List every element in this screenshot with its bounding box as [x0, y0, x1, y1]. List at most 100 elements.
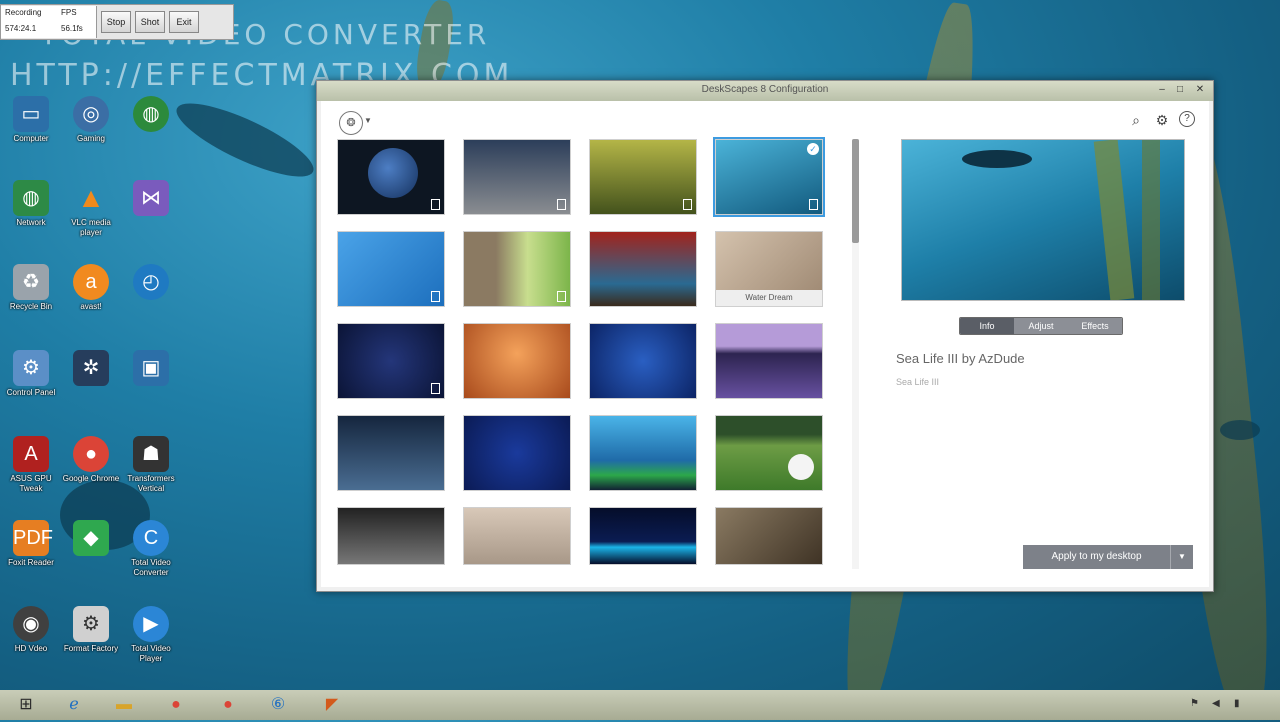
detail-tabs: Info Adjust Effects	[959, 317, 1123, 335]
wallpaper-thumb[interactable]	[589, 139, 697, 215]
fps-value: 56.1fs	[61, 24, 83, 33]
desktop-icon-control-panel[interactable]: ⚙ Control Panel	[0, 350, 62, 398]
wallpaper-thumb[interactable]	[463, 231, 571, 307]
wallpaper-thumb[interactable]	[463, 507, 571, 565]
desktop-icon-recycle-bin[interactable]: ♻ Recycle Bin	[0, 264, 62, 312]
thumbnail-scrollbar[interactable]	[852, 139, 859, 569]
animated-icon	[809, 199, 818, 210]
gear-icon: ✲	[73, 350, 109, 386]
maximize-icon[interactable]: □	[1173, 84, 1187, 96]
wallpaper-thumb[interactable]	[715, 415, 823, 491]
start-icon[interactable]: ⊞	[6, 692, 46, 718]
desktop-icon-vm[interactable]: ▣	[120, 350, 182, 388]
computer-icon: ◎	[73, 96, 109, 132]
play-icon: ▶	[133, 606, 169, 642]
recorder-time: 574:24.1	[5, 24, 37, 33]
volume-icon[interactable]: ◀	[1212, 698, 1220, 709]
wallpaper-thumb[interactable]	[589, 231, 697, 307]
window-titlebar[interactable]: DeskScapes 8 Configuration – □ ✕	[317, 81, 1213, 101]
folder-icon[interactable]: ▬	[104, 692, 144, 718]
chevron-down-icon[interactable]: ▼	[364, 116, 372, 125]
wallpaper-thumb[interactable]	[589, 415, 697, 491]
desktop-icon-avast[interactable]: a avast!	[60, 264, 122, 312]
app-icon[interactable]: ◤	[312, 692, 352, 718]
apply-button-label[interactable]: Apply to my desktop	[1023, 545, 1170, 569]
vlc-icon: ▲	[77, 182, 105, 213]
flag-icon[interactable]: ⚑	[1190, 698, 1199, 709]
wallpaper-thumb[interactable]	[589, 323, 697, 399]
apply-button[interactable]: Apply to my desktop ▼	[1023, 545, 1193, 569]
fps-label: FPS	[61, 8, 77, 17]
desktop-icon-settings[interactable]: ✲	[60, 350, 122, 388]
help-icon[interactable]: ?	[1179, 111, 1195, 127]
control-panel-icon: ⚙	[13, 350, 49, 386]
deskscapes-window: DeskScapes 8 Configuration – □ ✕ ❂ ▼ ⌕ ⚙…	[316, 80, 1214, 592]
wallpaper-thumb[interactable]	[463, 139, 571, 215]
fish-decoration	[1220, 420, 1260, 440]
desktop-icon-transformers[interactable]: ☗ Transformers Vertical	[120, 436, 182, 494]
recorder-stats: Recording FPS 574:24.1 56.1fs	[1, 6, 97, 38]
app-icon: ◆	[73, 520, 109, 556]
gear-icon[interactable]: ⚙	[1153, 111, 1171, 129]
chevron-down-icon[interactable]: ▼	[1170, 545, 1193, 569]
screen-recorder: Recording FPS 574:24.1 56.1fs Stop Shot …	[0, 4, 234, 40]
desktop-icon-network[interactable]: ◍ Network	[0, 180, 62, 228]
hd-video-icon: ◉	[13, 606, 49, 642]
exit-button[interactable]: Exit	[169, 11, 199, 33]
network-icon[interactable]: ▮	[1234, 698, 1240, 709]
scrollbar-thumb[interactable]	[852, 139, 859, 243]
desktop-icon-converter[interactable]: C Total Video Converter	[120, 520, 182, 578]
minimize-icon[interactable]: –	[1155, 84, 1169, 96]
wallpaper-thumb[interactable]	[463, 415, 571, 491]
desktop-icon-video-player[interactable]: ▶ Total Video Player	[120, 606, 182, 664]
app-icon[interactable]: ⑥	[258, 692, 298, 718]
chrome-icon[interactable]: ●	[156, 692, 196, 718]
desktop-icon-clock[interactable]: ◴	[120, 264, 182, 302]
wallpaper-thumb[interactable]	[337, 139, 445, 215]
wallpaper-thumb-selected[interactable]: ✓	[713, 137, 825, 217]
fish-decoration	[168, 90, 322, 190]
kelp-graphic	[1093, 140, 1135, 300]
desktop-icon-gaming[interactable]: ◎ Gaming	[60, 96, 122, 144]
clock-icon: ◴	[133, 264, 169, 300]
wallpaper-thumb[interactable]	[337, 231, 445, 307]
desktop-icon-chrome[interactable]: ● Google Chrome	[60, 436, 122, 484]
wallpaper-thumb[interactable]: Water Dream	[715, 231, 823, 307]
format-factory-icon: ⚙	[73, 606, 109, 642]
tab-info[interactable]: Info	[960, 318, 1014, 334]
desktop-icon-hd-video[interactable]: ◉ HD Vdeo	[0, 606, 62, 654]
desktop-icon-foxit[interactable]: PDF Foxit Reader	[0, 520, 62, 568]
wallpaper-thumb[interactable]	[463, 323, 571, 399]
close-icon[interactable]: ✕	[1193, 84, 1207, 96]
tab-adjust[interactable]: Adjust	[1014, 318, 1068, 334]
fish-graphic	[962, 150, 1032, 168]
ie-icon[interactable]: ℯ	[54, 692, 94, 718]
shot-button[interactable]: Shot	[135, 11, 165, 33]
desktop-icon-vlc[interactable]: ▲ VLC media player	[60, 180, 122, 238]
thumb-caption: Water Dream	[716, 290, 822, 306]
desktop-icon-network2[interactable]: ◍	[120, 96, 182, 134]
wallpaper-title: Sea Life III by AzDude	[896, 351, 1025, 366]
desktop-icon-format-factory[interactable]: ⚙ Format Factory	[60, 606, 122, 654]
animated-icon	[557, 199, 566, 210]
wallpaper-thumb[interactable]	[337, 323, 445, 399]
chrome-icon[interactable]: ●	[208, 692, 248, 718]
wallpaper-thumb[interactable]	[589, 507, 697, 565]
asus-icon: A	[13, 436, 49, 472]
app-menu-icon[interactable]: ❂	[339, 111, 363, 135]
wallpaper-thumb[interactable]	[715, 323, 823, 399]
stop-button[interactable]: Stop	[101, 11, 131, 33]
desktop-icon-app[interactable]: ◆	[60, 520, 122, 558]
desktop-icon-computer[interactable]: ▭ Computer	[0, 96, 62, 144]
desktop-icon-media[interactable]: ⋈	[120, 180, 182, 218]
animated-icon	[431, 199, 440, 210]
wallpaper-thumb[interactable]	[337, 507, 445, 565]
vm-icon: ▣	[133, 350, 169, 386]
wallpaper-thumb[interactable]	[715, 507, 823, 565]
search-icon[interactable]: ⌕	[1127, 111, 1145, 129]
wallpaper-subtitle: Sea Life III	[896, 377, 940, 387]
recycle-icon: ♻	[13, 264, 49, 300]
tab-effects[interactable]: Effects	[1068, 318, 1122, 334]
desktop-icon-asus[interactable]: A ASUS GPU Tweak	[0, 436, 62, 494]
wallpaper-thumb[interactable]	[337, 415, 445, 491]
